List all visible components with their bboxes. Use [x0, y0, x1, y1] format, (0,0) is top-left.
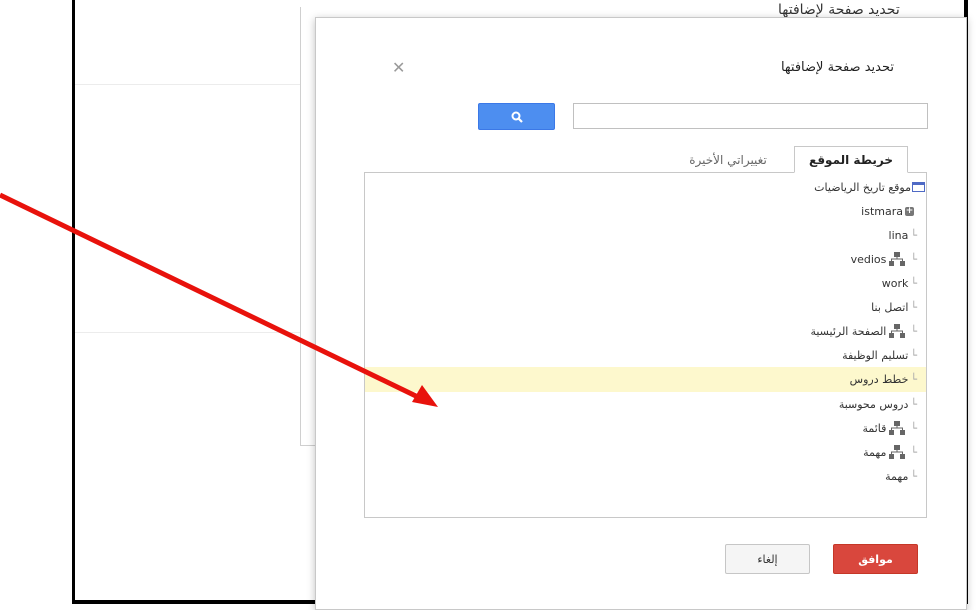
ok-button[interactable]: موافق — [833, 544, 918, 574]
tree-item-label: الصفحة الرئيسية — [810, 324, 887, 338]
tree-item-label: خطط دروس — [849, 373, 909, 386]
tree-item[interactable]: └ دروس محوسبة — [365, 392, 926, 416]
tab-recent-changes[interactable]: تغييراتي الأخيرة — [668, 146, 788, 173]
tree-connector: └ — [910, 252, 917, 266]
tree-item[interactable]: └ الصفحة الرئيسية — [365, 319, 926, 343]
tree-item-label: اتصل بنا — [871, 300, 909, 314]
tree-item-label: مهمة — [885, 469, 909, 483]
tree-item-label: lina — [888, 228, 909, 242]
tree-connector: └ — [910, 324, 917, 338]
background-divider — [75, 332, 301, 333]
background-divider — [75, 84, 301, 85]
close-icon[interactable]: ✕ — [392, 58, 405, 77]
tree-item[interactable]: + istmara — [365, 199, 926, 223]
tree-item[interactable]: └ مهمة — [365, 440, 926, 464]
tree-item-label: قائمة — [862, 421, 887, 435]
tab-sitemap[interactable]: خريطة الموقع — [794, 146, 908, 173]
search-button[interactable] — [478, 103, 555, 130]
sitemap-icon — [889, 421, 906, 435]
tree-item[interactable]: └ مهمة — [365, 464, 926, 488]
tree-item-label: work — [881, 276, 909, 290]
sitemap-tree: موقع تاريخ الرياضيات + istmara └ lina └ … — [364, 172, 927, 518]
background-title: تحديد صفحة لإضافتها — [778, 2, 900, 18]
sitemap-icon — [889, 324, 906, 338]
tree-connector: └ — [910, 276, 917, 290]
sitemap-icon — [889, 252, 906, 266]
tree-item[interactable]: └ تسليم الوظيفة — [365, 343, 926, 367]
search-icon — [511, 111, 523, 123]
tree-connector: └ — [910, 469, 917, 483]
tree-item[interactable]: └ قائمة — [365, 416, 926, 440]
tree-item-label: مهمة — [863, 445, 887, 459]
tree-item-label: تسليم الوظيفة — [842, 348, 909, 362]
tree-item[interactable]: └ work — [365, 271, 926, 295]
tree-item[interactable]: └ lina — [365, 223, 926, 247]
cancel-button[interactable]: إلغاء — [725, 544, 810, 574]
tree-connector: └ — [910, 228, 917, 242]
tree-item[interactable]: └ vedios — [365, 247, 926, 271]
tree-item-root[interactable]: موقع تاريخ الرياضيات — [365, 175, 926, 199]
tree-connector: └ — [910, 445, 917, 459]
tree-item[interactable]: └ اتصل بنا — [365, 295, 926, 319]
tree-connector: └ — [910, 421, 917, 435]
expand-icon[interactable]: + — [905, 206, 914, 216]
dialog-title: تحديد صفحة لإضافتها — [780, 60, 894, 75]
sitemap-icon — [889, 445, 906, 459]
tree-connector: └ — [910, 300, 917, 314]
tree-item-label: vedios — [850, 252, 887, 266]
tree-connector: └ — [910, 373, 917, 386]
select-page-dialog: تحديد صفحة لإضافتها ✕ خريطة الموقع تغيير… — [315, 17, 967, 610]
tree-item-selected[interactable]: └ خطط دروس — [365, 367, 926, 392]
tree-item-label: istmara — [861, 204, 903, 218]
search-input[interactable] — [573, 103, 928, 129]
tree-item-label: دروس محوسبة — [838, 397, 909, 411]
site-icon — [912, 182, 925, 192]
tree-item-label: موقع تاريخ الرياضيات — [814, 180, 911, 194]
tree-connector: └ — [910, 397, 917, 411]
tree-connector: └ — [910, 348, 917, 362]
